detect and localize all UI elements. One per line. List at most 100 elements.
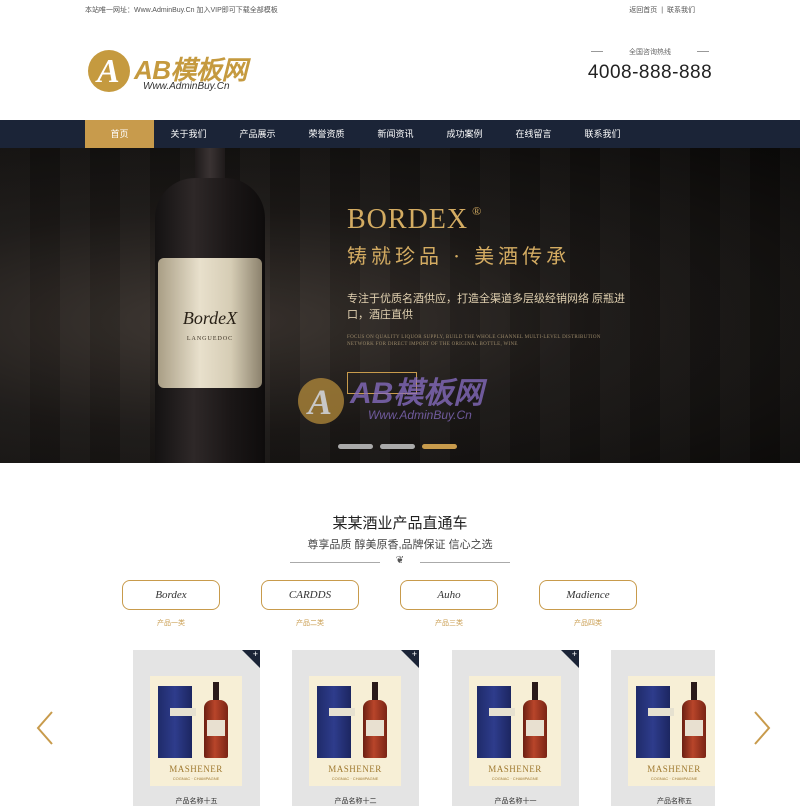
- chevron-left-icon: [36, 711, 53, 745]
- product-name: 产品名称十五: [175, 798, 218, 805]
- product-brand-sub: COGNAC · CHAMPAGNE: [172, 776, 220, 781]
- main-nav: 首页 关于我们 产品展示 荣誉资质 新闻资讯 成功案例 在线留言 联系我们: [0, 120, 800, 148]
- category-tab[interactable]: Auho 产品三类: [400, 580, 498, 628]
- hotline-number: 4008-888-888: [587, 62, 713, 83]
- top-links: 返回首页 | 联系我们: [627, 5, 695, 15]
- slide-dot[interactable]: [422, 444, 457, 449]
- banner-description-en: FOCUS ON QUALITY LIQUOR SUPPLY, BUILD TH…: [347, 335, 601, 347]
- category-tab[interactable]: Bordex 产品一类: [122, 580, 220, 628]
- cognac-bottle: [204, 682, 228, 758]
- section-divider: ❦: [290, 555, 510, 566]
- product-image: MASHENER COGNAC · CHAMPAGNE: [309, 676, 401, 786]
- category-pill: Bordex: [122, 580, 220, 610]
- product-brand: MASHENER: [488, 764, 542, 774]
- nav-item[interactable]: 成功案例: [430, 120, 499, 148]
- watermark-url: Www.AdminBuy.Cn: [368, 408, 472, 422]
- banner-title: BORDEX ®: [347, 204, 482, 236]
- hotline: 全国咨询热线 4008-888-888: [585, 47, 715, 84]
- category-name: 产品一类: [157, 620, 185, 627]
- gift-box: [158, 686, 196, 758]
- logo-mark-icon: [88, 50, 130, 92]
- site-logo[interactable]: AB模板网 Www.AdminBuy.Cn: [88, 48, 268, 98]
- product-name: 产品名称十一: [494, 798, 537, 805]
- product-carousel: + MASHENER COGNAC · CHAMPAGNE 产品名称十五 + MASHEN…: [85, 650, 715, 806]
- bottle-label: BordeX LANGUEDOC: [158, 258, 262, 388]
- category-pill: Auho: [400, 580, 498, 610]
- product-card[interactable]: + MASHENER COGNAC · CHAMPAGNE 产品名称十一: [452, 650, 579, 806]
- bottle-label: [366, 720, 384, 736]
- watermark: AB模板网 Www.AdminBuy.Cn: [298, 366, 528, 436]
- bottle-neck: [372, 682, 378, 702]
- section-subtitle: 尊享品质 醇美原香,品牌保证 信心之选: [307, 539, 493, 551]
- home-link[interactable]: 返回首页: [629, 7, 657, 14]
- product-card[interactable]: + MASHENER COGNAC · CHAMPAGNE 产品名称十五: [133, 650, 260, 806]
- nav-item[interactable]: 荣誉资质: [292, 120, 361, 148]
- bottle-label-title: BordeX: [182, 308, 238, 328]
- gift-box: [477, 686, 515, 758]
- product-brand-sub: COGNAC · CHAMPAGNE: [331, 776, 379, 781]
- category-tab[interactable]: Madience 产品四类: [539, 580, 637, 628]
- slide-dot[interactable]: [338, 444, 373, 449]
- category-name: 产品三类: [435, 620, 463, 627]
- category-tab[interactable]: CARDDS 产品二类: [261, 580, 359, 628]
- gift-box: [636, 686, 674, 758]
- gift-box: [317, 686, 355, 758]
- category-name: 产品二类: [296, 620, 324, 627]
- chevron-right-icon: [754, 711, 771, 745]
- nav-item[interactable]: 产品展示: [223, 120, 292, 148]
- category-name: 产品四类: [574, 620, 602, 627]
- cognac-bottle: [363, 682, 387, 758]
- product-brand: MASHENER: [328, 764, 382, 774]
- nav-item[interactable]: 新闻资讯: [361, 120, 430, 148]
- prev-arrow[interactable]: [35, 710, 55, 746]
- plus-icon: +: [571, 650, 577, 659]
- product-brand: MASHENER: [647, 764, 701, 774]
- bottle-neck: [691, 682, 697, 702]
- product-image: MASHENER COGNAC · CHAMPAGNE: [150, 676, 242, 786]
- product-card[interactable]: + MASHENER COGNAC · CHAMPAGNE 产品名称十二: [292, 650, 419, 806]
- product-card[interactable]: +MASHENERCOGNAC · CHAMPAGNE产品名称五: [611, 650, 715, 806]
- bottle-label: [526, 720, 544, 736]
- product-brand: MASHENER: [169, 764, 223, 774]
- bottle-label: [685, 720, 703, 736]
- bottle-neck: [532, 682, 538, 702]
- banner-title-text: BORDEX: [347, 204, 469, 235]
- slide-indicators: [338, 444, 457, 449]
- logo-url: Www.AdminBuy.Cn: [143, 81, 230, 92]
- contact-link[interactable]: 联系我们: [667, 7, 695, 14]
- hero-banner: BordeX LANGUEDOC BORDEX ® 铸就珍品 · 美酒传承 专注于…: [0, 148, 800, 463]
- plus-icon: +: [411, 650, 417, 659]
- product-brand-sub: COGNAC · CHAMPAGNE: [650, 776, 698, 781]
- wine-bottle-image: BordeX LANGUEDOC: [150, 148, 270, 463]
- product-image: MASHENER COGNAC · CHAMPAGNE: [628, 676, 715, 786]
- product-image: MASHENER COGNAC · CHAMPAGNE: [469, 676, 561, 786]
- gift-box-label: [329, 708, 355, 716]
- header: AB模板网 Www.AdminBuy.Cn 全国咨询热线 4008-888-88…: [0, 20, 800, 120]
- nav-item[interactable]: 联系我们: [568, 120, 637, 148]
- watermark-logo-icon: [298, 378, 344, 424]
- bottle-label-sub: LANGUEDOC: [186, 336, 234, 342]
- cognac-bottle: [523, 682, 547, 758]
- nav-item[interactable]: 关于我们: [154, 120, 223, 148]
- cognac-bottle: [682, 682, 706, 758]
- plus-icon: +: [252, 650, 258, 659]
- banner-description: 专注于优质名酒供应，打造全渠道多层级经销网络 原瓶进口，酒庄直供: [347, 293, 626, 321]
- next-arrow[interactable]: [752, 710, 772, 746]
- ornament-icon: ❦: [395, 555, 405, 566]
- nav-item[interactable]: 在线留言: [499, 120, 568, 148]
- top-bar: 本站唯一网址：Www.AdminBuy.Cn 加入VIP即可下载全部模板 返回首…: [0, 0, 800, 20]
- nav-item[interactable]: 首页: [85, 120, 154, 148]
- banner-slogan: 铸就珍品 · 美酒传承: [347, 244, 571, 268]
- bottle-neck: [213, 682, 219, 702]
- gift-box-label: [170, 708, 196, 716]
- category-tabs: Bordex 产品一类 CARDDS 产品二类 Auho 产品三类 Madience 产品四类: [122, 580, 637, 628]
- product-brand-sub: COGNAC · CHAMPAGNE: [491, 776, 539, 781]
- link-separator: |: [661, 7, 664, 14]
- category-pill: CARDDS: [261, 580, 359, 610]
- slide-dot[interactable]: [380, 444, 415, 449]
- section-title: 某某酒业产品直通车: [332, 515, 468, 532]
- product-name: 产品名称十二: [334, 798, 377, 805]
- gift-box-label: [489, 708, 515, 716]
- category-pill: Madience: [539, 580, 637, 610]
- registered-mark: ®: [472, 204, 483, 218]
